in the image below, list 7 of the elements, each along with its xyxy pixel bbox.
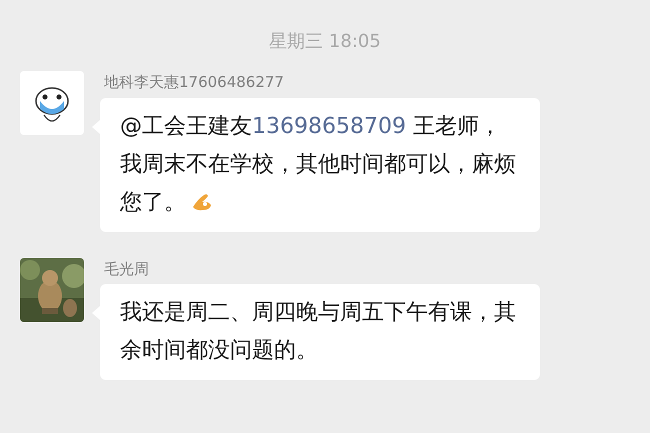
masked-face-avatar (20, 71, 84, 135)
message-text: 我还是周二、周四晚与周五下午有课，其余时间都没问题的。 (120, 299, 517, 365)
sender-name: 毛光周 (103, 258, 150, 280)
timestamp: 星期三 18:05 (269, 30, 381, 54)
sender-name: 地科李天惠17606486277 (103, 72, 285, 93)
message-text: @工会王建友13698658709 王老师，我周末不在学校，其他时间都可以，麻烦您了。 (120, 112, 517, 216)
phone-link[interactable]: 13698658709 (252, 114, 406, 138)
